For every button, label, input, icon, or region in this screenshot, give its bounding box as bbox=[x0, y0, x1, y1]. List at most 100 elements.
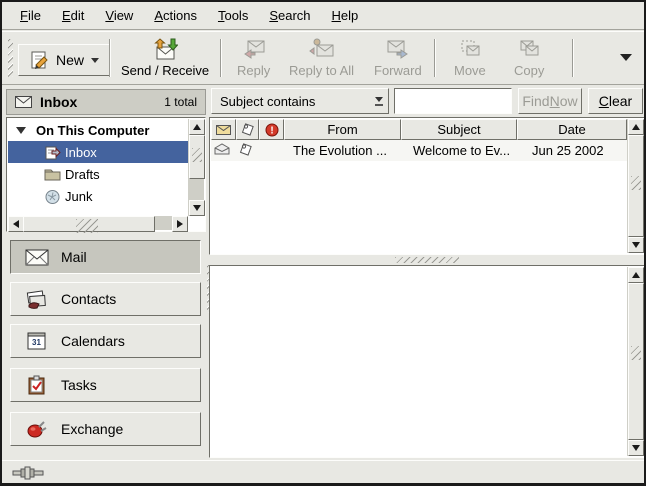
toolbar-separator bbox=[109, 39, 111, 77]
inbox-icon bbox=[44, 145, 61, 160]
tasks-icon bbox=[25, 375, 49, 395]
status-bar bbox=[2, 460, 644, 485]
column-status[interactable] bbox=[211, 119, 236, 140]
scrollbar-thumb[interactable] bbox=[628, 283, 644, 440]
search-criteria-value: Subject contains bbox=[220, 94, 315, 109]
copy-button[interactable]: Copy bbox=[510, 36, 548, 80]
search-criteria-dropdown[interactable]: Subject contains bbox=[211, 88, 389, 114]
splitter-grip[interactable] bbox=[395, 257, 459, 263]
move-button[interactable]: Move bbox=[450, 36, 490, 80]
tree-item-junk[interactable]: Junk bbox=[8, 185, 188, 207]
search-input[interactable] bbox=[394, 88, 512, 114]
contacts-icon bbox=[25, 289, 49, 309]
scroll-left-button[interactable] bbox=[8, 216, 24, 232]
folder-icon bbox=[44, 167, 61, 181]
tree-horizontal-scrollbar[interactable] bbox=[8, 216, 188, 230]
junk-icon bbox=[44, 189, 61, 204]
scrollbar-thumb[interactable] bbox=[628, 135, 644, 237]
expander-icon[interactable] bbox=[16, 127, 26, 134]
message-row[interactable]: The Evolution ... Welcome to Ev... Jun 2… bbox=[211, 140, 627, 161]
message-list-pane: ! From Subject Date bbox=[209, 117, 645, 255]
scroll-right-button[interactable] bbox=[172, 216, 188, 232]
forward-button[interactable]: Forward bbox=[370, 36, 426, 80]
scroll-down-button[interactable] bbox=[628, 237, 644, 253]
switcher-tasks-button[interactable]: Tasks bbox=[10, 368, 201, 402]
attachment-icon bbox=[241, 123, 254, 136]
reply-to-all-button[interactable]: Reply to All bbox=[285, 36, 358, 80]
column-attachment[interactable] bbox=[236, 119, 259, 140]
list-preview-splitter[interactable] bbox=[209, 255, 645, 265]
clear-button[interactable]: Clear bbox=[588, 88, 643, 114]
folder-tree-panel: On This Computer Inbox Drafts bbox=[6, 117, 206, 232]
message-count: 1 total bbox=[164, 95, 197, 109]
toolbar-drag-handle[interactable] bbox=[8, 39, 13, 77]
scrollbar-thumb[interactable] bbox=[23, 216, 155, 232]
menu-search[interactable]: Search bbox=[265, 6, 314, 25]
toolbar-separator bbox=[572, 39, 574, 77]
tree-item-drafts[interactable]: Drafts bbox=[8, 163, 188, 185]
menu-bar: File Edit View Actions Tools Search Help bbox=[2, 2, 644, 30]
message-list-scrollbar[interactable] bbox=[627, 119, 643, 253]
menu-edit[interactable]: Edit bbox=[58, 6, 88, 25]
toolbar: New Send / Receive Reply bbox=[2, 31, 644, 85]
importance-glyph: ! bbox=[270, 125, 273, 136]
new-button[interactable]: New bbox=[18, 44, 110, 76]
menu-view[interactable]: View bbox=[101, 6, 137, 25]
folder-tree: On This Computer Inbox Drafts bbox=[8, 119, 188, 216]
switcher-label: Tasks bbox=[61, 377, 97, 393]
copy-icon bbox=[516, 38, 542, 62]
calendar-icon: 31 bbox=[25, 331, 49, 351]
reply-to-all-icon bbox=[309, 38, 335, 62]
message-date: Jun 25 2002 bbox=[527, 143, 627, 158]
reply-button[interactable]: Reply bbox=[233, 36, 274, 80]
scrollbar-thumb[interactable] bbox=[189, 135, 205, 179]
scroll-up-button[interactable] bbox=[628, 119, 644, 135]
tree-item-inbox[interactable]: Inbox bbox=[8, 141, 188, 163]
envelope-icon bbox=[15, 96, 32, 108]
reply-label: Reply bbox=[237, 63, 270, 78]
new-button-label: New bbox=[56, 52, 84, 68]
switcher-label: Exchange bbox=[61, 421, 123, 437]
tree-item-label: Junk bbox=[65, 189, 92, 204]
message-subject: Welcome to Ev... bbox=[408, 143, 527, 158]
menu-actions[interactable]: Actions bbox=[150, 6, 201, 25]
importance-icon: ! bbox=[265, 123, 279, 137]
scroll-down-button[interactable] bbox=[189, 200, 205, 216]
column-from[interactable]: From bbox=[284, 119, 401, 140]
switcher-mail-button[interactable]: Mail bbox=[10, 240, 201, 274]
toolbar-overflow-chevron-icon[interactable] bbox=[620, 54, 632, 61]
scroll-up-button[interactable] bbox=[628, 267, 644, 283]
mail-read-icon bbox=[214, 143, 230, 155]
preview-scrollbar[interactable] bbox=[627, 267, 643, 456]
forward-icon bbox=[385, 38, 411, 62]
find-now-button[interactable]: Find Now bbox=[518, 88, 582, 114]
switcher-calendars-button[interactable]: 31 Calendars bbox=[10, 324, 201, 358]
chevron-down-icon bbox=[91, 58, 99, 63]
toolbar-separator bbox=[434, 39, 436, 77]
compose-icon bbox=[29, 50, 49, 70]
column-date[interactable]: Date bbox=[517, 119, 627, 140]
preview-pane bbox=[209, 265, 645, 458]
tree-root-on-this-computer[interactable]: On This Computer bbox=[8, 119, 188, 141]
menu-tools[interactable]: Tools bbox=[214, 6, 252, 25]
switcher-contacts-button[interactable]: Contacts bbox=[10, 282, 201, 316]
column-importance[interactable]: ! bbox=[259, 119, 284, 140]
send-receive-icon bbox=[152, 38, 178, 62]
exchange-plug-icon bbox=[25, 419, 49, 439]
reply-to-all-label: Reply to All bbox=[289, 63, 354, 78]
send-receive-label: Send / Receive bbox=[121, 63, 209, 78]
tree-root-label: On This Computer bbox=[36, 123, 149, 138]
scroll-up-button[interactable] bbox=[189, 119, 205, 135]
tree-vertical-scrollbar[interactable] bbox=[188, 119, 204, 216]
toolbar-separator bbox=[220, 39, 222, 77]
attachment-icon bbox=[239, 143, 252, 156]
menu-file[interactable]: File bbox=[16, 6, 45, 25]
column-subject[interactable]: Subject bbox=[401, 119, 517, 140]
scroll-down-button[interactable] bbox=[628, 440, 644, 456]
send-receive-button[interactable]: Send / Receive bbox=[117, 36, 213, 80]
switcher-exchange-button[interactable]: Exchange bbox=[10, 412, 201, 446]
menu-help[interactable]: Help bbox=[328, 6, 363, 25]
switcher-label: Contacts bbox=[61, 291, 116, 307]
online-status-connector-icon[interactable] bbox=[12, 466, 48, 480]
message-list-header: ! From Subject Date bbox=[211, 119, 627, 140]
